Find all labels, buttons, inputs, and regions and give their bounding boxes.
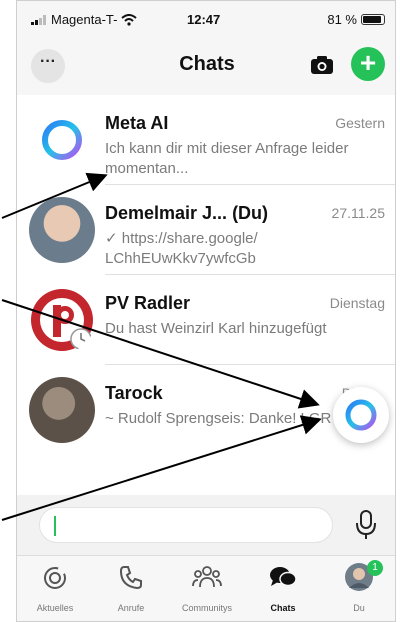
tab-updates[interactable]: Aktuelles xyxy=(17,562,93,613)
meta-ai-avatar xyxy=(29,107,95,173)
wifi-icon xyxy=(121,13,138,26)
chat-preview: Du hast Weinzirl Karl hinzugefügt xyxy=(105,320,327,337)
carrier-name: Magenta-T- xyxy=(51,12,118,27)
avatar xyxy=(29,377,95,443)
message-input[interactable] xyxy=(39,507,333,543)
chat-name: Meta AI xyxy=(105,113,169,133)
chat-name: Demelmair J... (Du) xyxy=(105,203,269,223)
tab-label: Anrufe xyxy=(117,603,145,613)
microphone-icon[interactable] xyxy=(355,509,377,541)
battery-percent: 81 % xyxy=(327,12,357,27)
tab-label: Aktuelles xyxy=(36,603,74,613)
updates-icon xyxy=(44,567,66,589)
tab-label: Du xyxy=(353,603,365,613)
avatar xyxy=(29,287,95,353)
message-input-bar xyxy=(17,495,395,555)
chat-name: PV Radler xyxy=(105,293,191,313)
tab-label: Communitys xyxy=(181,603,232,613)
tab-label: Chats xyxy=(270,603,296,613)
notification-badge: 1 xyxy=(367,560,383,576)
camera-icon[interactable] xyxy=(309,52,335,78)
tab-profile[interactable]: 1 Du xyxy=(321,560,395,613)
avatar xyxy=(29,197,95,263)
meta-ai-ring-icon xyxy=(345,399,377,431)
chat-preview: Ich kann dir mit dieser Anfrage leider m… xyxy=(105,140,349,177)
meta-ai-floating-button[interactable] xyxy=(333,387,389,443)
signal-icon xyxy=(31,14,46,25)
battery-icon xyxy=(361,14,385,25)
chat-preview: ✓ https://share.google/ LChhEUwKkv7ywfcG… xyxy=(105,230,258,267)
tab-chats[interactable]: Chats xyxy=(245,562,321,613)
whatsapp-screen: Magenta-T- 12:47 81 % ··· Chats + Meta A… xyxy=(16,0,396,622)
chat-row-pv-radler[interactable]: PV Radler Dienstag Du hast Weinzirl Karl… xyxy=(17,275,395,365)
header: ··· Chats + xyxy=(17,41,395,89)
chat-row-demelmair[interactable]: Demelmair J... (Du) 27.11.25 ✓ https://s… xyxy=(17,185,395,275)
chat-date: Dienstag xyxy=(329,295,385,311)
chat-row-meta-ai[interactable]: Meta AI Gestern Ich kann dir mit dieser … xyxy=(17,95,395,185)
phone-icon xyxy=(119,566,142,590)
chat-date: Gestern xyxy=(335,115,385,131)
community-icon xyxy=(192,566,222,588)
status-time: 12:47 xyxy=(187,12,221,27)
meta-ai-ring-icon xyxy=(42,120,82,160)
status-bar: Magenta-T- 12:47 81 % xyxy=(17,1,395,41)
carrier-info: Magenta-T- xyxy=(31,12,138,27)
chat-name: Tarock xyxy=(105,383,163,403)
tab-calls[interactable]: Anrufe xyxy=(93,562,169,613)
new-chat-button[interactable]: + xyxy=(351,47,385,81)
text-cursor xyxy=(54,516,56,536)
bottom-tab-bar: Aktuelles Anrufe Communitys Chats 1 Du xyxy=(17,555,395,621)
pv-logo-icon xyxy=(31,289,93,351)
battery-info: 81 % xyxy=(327,12,385,27)
tab-communities[interactable]: Communitys xyxy=(169,562,245,613)
page-title: Chats xyxy=(179,53,235,75)
chats-icon xyxy=(270,567,297,587)
chat-date: 27.11.25 xyxy=(331,205,385,221)
